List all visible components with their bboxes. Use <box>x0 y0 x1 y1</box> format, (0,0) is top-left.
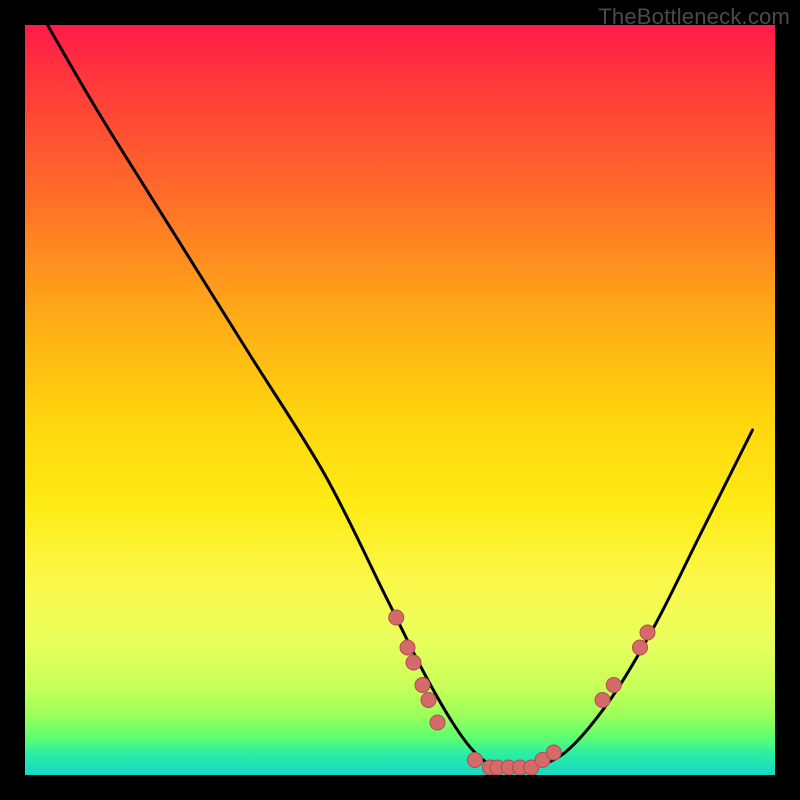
curve-marker <box>606 678 621 693</box>
curve-marker <box>389 610 404 625</box>
curve-marker <box>640 625 655 640</box>
curve-marker <box>595 693 610 708</box>
curve-marker <box>430 715 445 730</box>
curve-marker <box>468 753 483 768</box>
curve-markers <box>389 610 655 775</box>
curve-marker <box>406 655 421 670</box>
curve-marker <box>421 693 436 708</box>
curve-marker <box>415 678 430 693</box>
curve-marker <box>546 745 561 760</box>
curve-marker <box>400 640 415 655</box>
plot-area <box>25 25 775 775</box>
curve-marker <box>633 640 648 655</box>
bottleneck-curve <box>48 25 753 769</box>
chart-svg <box>25 25 775 775</box>
chart-frame: TheBottleneck.com <box>0 0 800 800</box>
